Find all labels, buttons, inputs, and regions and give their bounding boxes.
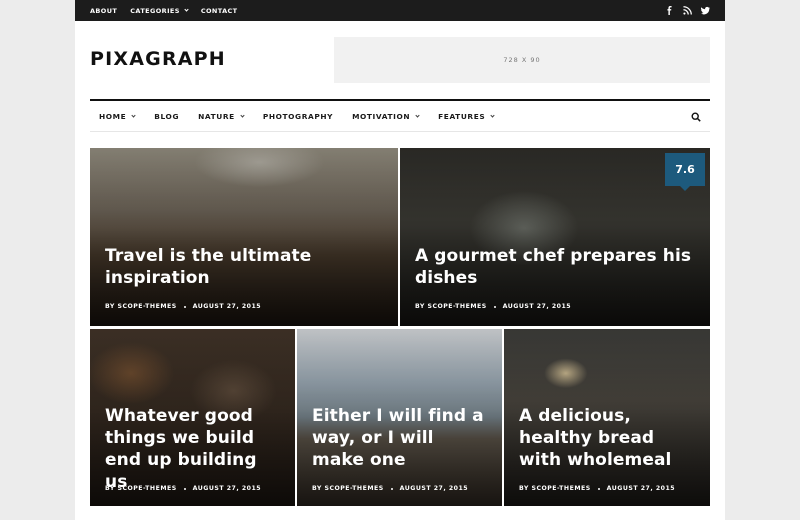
post-date: AUGUST 27, 2015 — [399, 485, 469, 492]
chevron-down-icon — [131, 112, 136, 118]
review-score-badge: 7.6 — [665, 153, 705, 186]
top-nav: ABOUT CATEGORIES CONTACT — [90, 0, 251, 21]
post-card-way[interactable]: Either I will find a way, or I will make… — [297, 329, 502, 506]
nav-label: BLOG — [154, 111, 180, 121]
top-link-contact[interactable]: CONTACT — [201, 7, 238, 15]
site-logo[interactable]: PIXAGRAPH — [90, 48, 226, 70]
post-author[interactable]: BY SCOPE-THEMES — [312, 485, 384, 492]
main-nav: HOME BLOG NATURE PHOTOGRAPHY MOTIVATION … — [90, 99, 710, 132]
post-date: AUGUST 27, 2015 — [192, 303, 262, 310]
post-title[interactable]: Travel is the ultimate inspiration — [105, 245, 386, 289]
post-title[interactable]: Either I will find a way, or I will make… — [312, 405, 490, 471]
post-author[interactable]: BY SCOPE-THEMES — [519, 485, 591, 492]
rss-icon[interactable] — [683, 6, 692, 15]
post-author[interactable]: BY SCOPE-THEMES — [105, 485, 177, 492]
nav-label: HOME — [99, 111, 127, 121]
separator-dot — [183, 487, 186, 490]
nav-item-photography[interactable]: PHOTOGRAPHY — [263, 112, 333, 121]
top-link-label: CATEGORIES — [130, 6, 180, 15]
post-date: AUGUST 27, 2015 — [606, 485, 676, 492]
nav-item-features[interactable]: FEATURES — [438, 111, 495, 121]
post-title[interactable]: Whatever good things we build end up bui… — [105, 405, 283, 493]
top-link-label: CONTACT — [200, 6, 238, 15]
top-bar: ABOUT CATEGORIES CONTACT — [75, 0, 725, 21]
post-meta: BY SCOPE-THEMES AUGUST 27, 2015 — [105, 485, 261, 492]
chevron-down-icon — [490, 112, 495, 118]
post-author[interactable]: BY SCOPE-THEMES — [105, 303, 177, 310]
separator-dot — [597, 487, 600, 490]
nav-label: PHOTOGRAPHY — [262, 111, 334, 121]
top-link-categories[interactable]: CATEGORIES — [130, 6, 189, 15]
score-badge-pointer — [680, 186, 690, 191]
nav-label: FEATURES — [438, 111, 486, 121]
top-link-about[interactable]: ABOUT — [90, 7, 117, 15]
post-author[interactable]: BY SCOPE-THEMES — [415, 303, 487, 310]
nav-label: MOTIVATION — [352, 111, 411, 121]
nav-item-nature[interactable]: NATURE — [198, 111, 245, 121]
post-meta: BY SCOPE-THEMES AUGUST 27, 2015 — [105, 303, 261, 310]
chevron-down-icon — [240, 112, 245, 118]
post-date: AUGUST 27, 2015 — [502, 303, 572, 310]
post-card-bread[interactable]: A delicious, healthy bread with wholemea… — [504, 329, 710, 506]
search-icon[interactable] — [691, 112, 701, 122]
image-overlay — [90, 148, 398, 326]
nav-item-blog[interactable]: BLOG — [154, 112, 179, 121]
image-overlay — [400, 148, 710, 326]
ad-banner[interactable]: 728 X 90 — [334, 37, 710, 83]
post-meta: BY SCOPE-THEMES AUGUST 27, 2015 — [415, 303, 571, 310]
chevron-down-icon — [184, 7, 189, 12]
separator-dot — [493, 305, 496, 308]
post-date: AUGUST 27, 2015 — [192, 485, 262, 492]
nav-label: NATURE — [198, 111, 235, 121]
social-links — [665, 0, 710, 21]
post-meta: BY SCOPE-THEMES AUGUST 27, 2015 — [312, 485, 468, 492]
page-frame: ABOUT CATEGORIES CONTACT PIXAGRAPH 728 X… — [75, 0, 725, 520]
post-title[interactable]: A delicious, healthy bread with wholemea… — [519, 405, 698, 471]
separator-dot — [390, 487, 393, 490]
post-meta: BY SCOPE-THEMES AUGUST 27, 2015 — [519, 485, 675, 492]
separator-dot — [183, 305, 186, 308]
chevron-down-icon — [415, 112, 420, 118]
post-card-tools[interactable]: Whatever good things we build end up bui… — [90, 329, 295, 506]
top-link-label: ABOUT — [90, 6, 118, 15]
post-card-travel[interactable]: Travel is the ultimate inspiration BY SC… — [90, 148, 398, 326]
post-card-chef[interactable]: 7.6 A gourmet chef prepares his dishes B… — [400, 148, 710, 326]
post-title[interactable]: A gourmet chef prepares his dishes — [415, 245, 698, 289]
nav-item-home[interactable]: HOME — [99, 111, 136, 121]
facebook-icon[interactable] — [665, 6, 674, 15]
nav-item-motivation[interactable]: MOTIVATION — [352, 111, 420, 121]
twitter-icon[interactable] — [701, 6, 710, 15]
ad-label: 728 X 90 — [503, 56, 541, 64]
